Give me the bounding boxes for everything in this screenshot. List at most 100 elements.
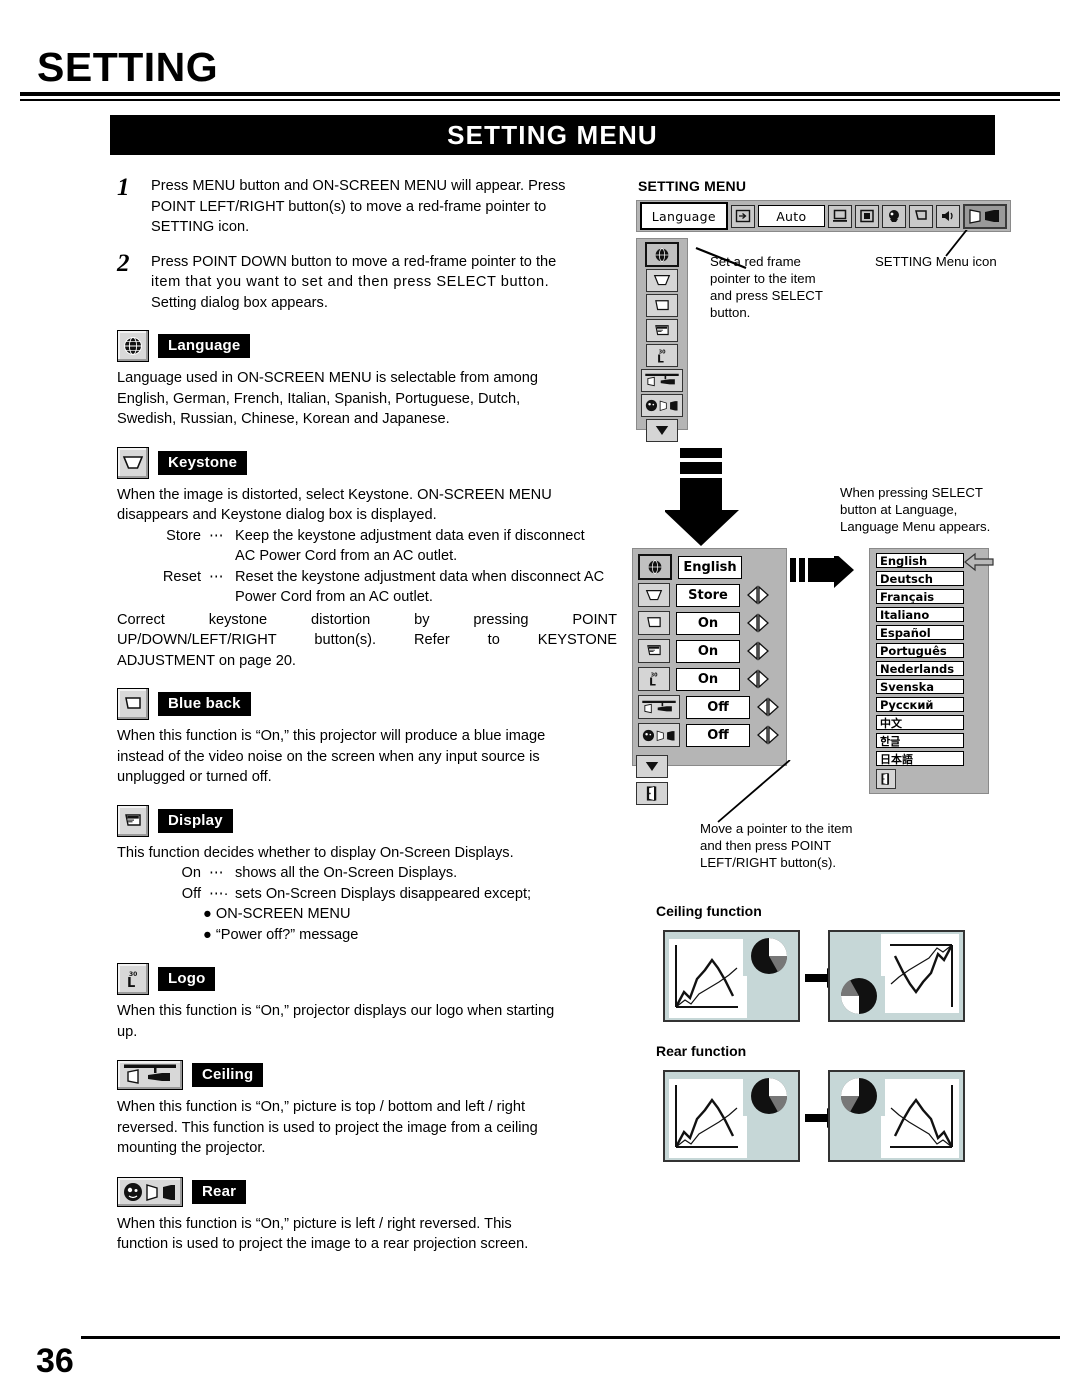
display-on-item: On ⋯ shows all the On-Screen Displays. [181,865,458,881]
menubar-language-button[interactable]: Language [640,202,728,230]
step-1-line-1: Press MENU button and ON-SCREEN MENU wil… [151,178,566,194]
section-ceiling-text: When this function is “On,” picture is t… [117,1099,538,1156]
step-1: 1 Press MENU button and ON-SCREEN MENU w… [117,174,617,238]
dialog-display-osd-icon[interactable] [638,639,670,663]
bullet-dot: ● [203,927,212,943]
ceiling-before-screen [663,930,800,1022]
header-rule-thick [20,92,1060,96]
language-item[interactable]: Italiano [876,607,964,622]
language-quit-door-icon[interactable] [876,769,896,789]
dialog-lr-arrows-icon[interactable] [746,669,770,689]
section-blue-back-text: When this function is “On,” this project… [117,728,546,785]
keystone-reset-key: Reset [162,568,201,585]
menubar-auto-button[interactable]: Auto [757,205,825,227]
dialog-lr-arrows-icon[interactable] [746,641,770,661]
section-ceiling-label: Ceiling [192,1063,264,1087]
ceiling-function-title: Ceiling function [656,903,762,919]
language-item[interactable]: Nederlands [876,661,964,676]
display-bullet-1: ● ON-SCREEN MENU [203,906,351,922]
display-off-item: Off ⋯· sets On-Screen Displays disappear… [181,885,532,902]
language-item[interactable]: Español [876,625,964,640]
sidebar-rear-projection-icon[interactable] [641,394,683,417]
section-language: Language Language used in ON-SCREEN MENU… [117,330,617,430]
computer-icon[interactable] [828,204,852,228]
language-item[interactable]: Deutsch [876,571,964,586]
language-item[interactable]: Français [876,589,964,604]
section-display: Display This function decides whether to… [117,804,617,947]
dialog-blue-back-screen-icon[interactable] [638,611,670,635]
flow-down-arrow-icon [665,448,739,546]
header-rule-thin [20,99,1060,101]
page-title: SETTING [37,44,219,90]
dialog-value-rear[interactable]: Off [686,723,750,747]
dialog-value-display[interactable]: On [676,639,740,663]
keystone-store-item: Store ⋯ Keep the keystone adjustment dat… [143,526,617,547]
keystone-store-item-cont: AC Power Cord from an AC outlet. [235,548,458,564]
dialog-keystone-trapezoid-icon[interactable] [638,583,670,607]
dialog-lr-arrows-icon[interactable] [746,613,770,633]
dialog-value-ceiling[interactable]: Off [686,695,750,719]
section-keystone-text: When the image is distorted, select Keys… [117,486,552,524]
svg-text:L: L [649,676,656,688]
language-item[interactable]: 한글 [876,733,964,748]
section-blue-back: Blue back When this function is “On,” th… [117,688,617,788]
section-logo-header: 30 L Logo [117,963,617,995]
step-2-number: 2 [117,249,130,277]
sidebar-scroll-down-icon[interactable] [646,419,678,442]
section-display-label: Display [158,808,233,833]
screen-icon[interactable] [909,204,933,228]
left-column: 1 Press MENU button and ON-SCREEN MENU w… [117,174,617,1255]
sidebar-logo-icon[interactable]: 30 L [646,344,678,367]
language-item[interactable]: Svenska [876,679,964,694]
dialog-lr-arrows-icon[interactable] [746,585,770,605]
keystone-reset-item: Reset ⋯ Reset the keystone adjustment da… [143,567,617,588]
footer-rule [81,1336,1060,1339]
dialog-lr-arrows-icon[interactable] [756,697,780,717]
language-item[interactable]: 中文 [876,715,964,730]
step-1-number: 1 [117,174,130,201]
section-keystone-header: Keystone [117,446,617,479]
section-rear-header: Rear [117,1176,617,1207]
dialog-globe-icon[interactable] [638,554,672,580]
language-item[interactable]: Русский [876,697,964,712]
keystone-trapezoid-icon [117,446,149,479]
setting-icon[interactable] [963,203,1007,229]
step-2-line-1: Press POINT DOWN button to move a red-fr… [151,253,557,270]
section-rear: Rear When this function is “On,” picture… [117,1176,617,1255]
dialog-rear-projection-icon[interactable] [638,723,680,747]
section-language-label: Language [158,334,251,358]
dialog-value-blue-back[interactable]: On [676,611,740,635]
dialog-row-blue-back: On [638,609,786,637]
image-select-icon[interactable] [855,204,879,228]
section-language-header: Language [117,330,617,362]
dialog-value-language[interactable]: English [678,555,742,579]
callout-move-pointer-text: Move a pointer to the item and then pres… [700,821,853,870]
language-item[interactable]: English [876,553,964,568]
section-logo-text: When this function is “On,” projector di… [117,1003,555,1040]
dialog-ceiling-mount-icon[interactable] [638,695,680,719]
sidebar-ceiling-mount-icon[interactable] [641,369,683,392]
input-source-icon[interactable] [730,204,755,228]
section-language-text: Language used in ON-SCREEN MENU is selec… [117,370,538,427]
dialog-row-language: English [638,553,786,581]
flow-right-arrow-icon [790,556,854,588]
ceiling-mount-icon [117,1060,183,1090]
section-keystone-label: Keystone [158,450,248,475]
scroll-down-icon[interactable] [636,755,668,778]
dialog-value-keystone[interactable]: Store [676,583,740,607]
sound-icon[interactable] [936,204,960,228]
svg-text:L: L [127,976,135,990]
step-2-text: Press POINT DOWN button to move a red-fr… [151,252,617,314]
dialog-value-logo[interactable]: On [676,667,740,691]
osd-menu-bar: Language Auto [636,200,1011,232]
image-adjust-icon[interactable] [882,204,906,228]
step-1-line-2: POINT LEFT/RIGHT button(s) to move a red… [151,198,547,215]
language-selected-pointer-icon [964,552,994,572]
dialog-lr-arrows-icon[interactable] [756,725,780,745]
dialog-logo-icon[interactable]: 30 L [638,667,670,691]
dialog-row-ceiling: Off [638,693,786,721]
language-item[interactable]: Português [876,643,964,658]
quit-door-icon[interactable] [636,782,668,805]
svg-text:L: L [657,352,664,364]
language-item[interactable]: 日本語 [876,751,964,766]
